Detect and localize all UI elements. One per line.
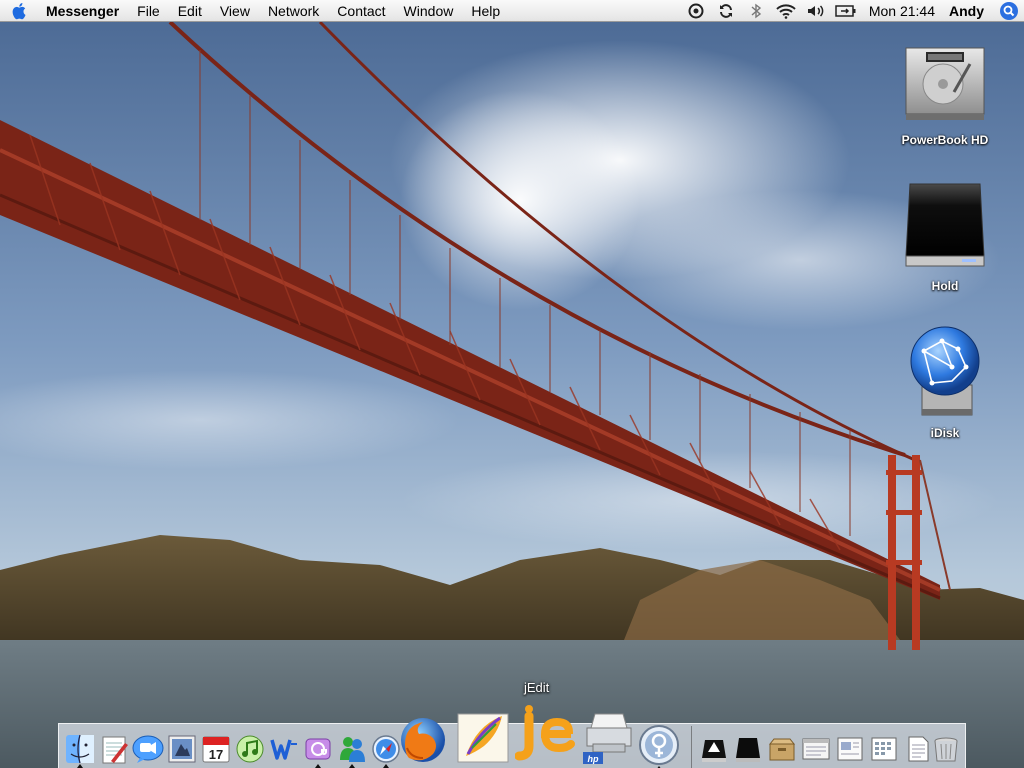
menu-network[interactable]: Network (259, 0, 328, 22)
fast-user-switch[interactable]: Andy (943, 0, 994, 22)
menubar-clock[interactable]: Mon 21:44 (861, 0, 943, 22)
dock-itunes[interactable] (233, 728, 267, 764)
app-menu[interactable]: Messenger (40, 0, 128, 22)
msn-messenger-icon (340, 737, 365, 762)
black-drive-icon (736, 738, 760, 762)
dock-black-drive[interactable] (731, 728, 765, 764)
trash-icon (934, 737, 958, 762)
desktop-icon-label: PowerBook HD (901, 133, 989, 147)
running-indicator (77, 764, 83, 768)
menu-help[interactable]: Help (462, 0, 509, 22)
menu-extras: Mon 21:44 Andy (681, 0, 1024, 22)
menu-file[interactable]: File (128, 0, 169, 22)
dock-trash[interactable] (929, 728, 963, 764)
calendar-doc-icon (871, 737, 897, 761)
dock-entourage[interactable] (301, 728, 335, 768)
dock-system-prefs[interactable] (637, 718, 681, 768)
ichat-icon (132, 735, 164, 763)
window-doc-icon (802, 738, 830, 760)
dock-hp-printer[interactable]: hp (579, 704, 639, 766)
running-indicator (349, 764, 355, 768)
menu-edit[interactable]: Edit (169, 0, 211, 22)
entourage-icon (305, 738, 331, 760)
dock-separator (691, 726, 692, 768)
external-drive-icon (905, 183, 985, 267)
dock-stack-drive[interactable] (697, 728, 731, 764)
menu-view[interactable]: View (211, 0, 259, 22)
menu-window[interactable]: Window (395, 0, 463, 22)
dock-textedit[interactable] (97, 728, 131, 764)
dock-feather-app[interactable] (453, 704, 513, 766)
firefox-icon (401, 718, 445, 762)
messenger-status-icon[interactable] (681, 0, 711, 22)
dock-doc[interactable] (833, 728, 867, 764)
doc-icon (837, 737, 863, 761)
desktop-icon-label: iDisk (930, 426, 960, 440)
word-icon (270, 739, 297, 760)
menu-contact[interactable]: Contact (328, 0, 394, 22)
dock-word[interactable] (267, 728, 301, 764)
preview-icon (168, 735, 196, 763)
ical-day-number: 17 (209, 747, 223, 762)
dock-ical[interactable]: 17 (199, 728, 233, 764)
bluetooth-icon[interactable] (741, 0, 771, 22)
desktop-icon-idisk[interactable]: iDisk (890, 325, 1000, 440)
wifi-icon[interactable] (771, 0, 801, 22)
dock-ichat[interactable] (131, 728, 165, 764)
box-folder-icon (768, 738, 796, 761)
spotlight-icon[interactable] (994, 0, 1024, 22)
running-indicator (315, 764, 321, 768)
dock-tooltip: jEdit (524, 680, 550, 695)
jedit-icon (515, 705, 575, 761)
idisk-icon (910, 326, 980, 416)
dock-calendar-doc[interactable] (867, 728, 901, 764)
dock-window-doc[interactable] (799, 728, 833, 764)
volume-icon[interactable] (801, 0, 831, 22)
dock-firefox[interactable] (395, 710, 451, 766)
apple-menu-icon[interactable] (0, 0, 40, 22)
running-indicator (383, 764, 389, 768)
dock: 17 hp (58, 705, 966, 768)
system-prefs-icon (639, 725, 679, 765)
menu-bar: Messenger File Edit View Network Contact… (0, 0, 1024, 22)
desktop-icon-powerbook-hd[interactable]: PowerBook HD (890, 34, 1000, 147)
dock-preview[interactable] (165, 728, 199, 764)
dock-msn-messenger[interactable] (335, 728, 369, 768)
hp-printer-icon: hp (583, 713, 632, 764)
golden-gate-wallpaper (0, 0, 1024, 768)
desktop-icon-hold[interactable]: Hold (890, 180, 1000, 293)
dock-finder[interactable] (63, 728, 97, 768)
dock-box-folder[interactable] (765, 728, 799, 764)
feather-app-icon (457, 713, 509, 763)
stack-drive-icon (702, 740, 726, 762)
sync-icon[interactable] (711, 0, 741, 22)
dock-jedit[interactable] (513, 698, 579, 766)
desktop-icon-label: Hold (931, 279, 959, 293)
finder-icon (66, 734, 94, 764)
battery-icon[interactable] (831, 0, 861, 22)
desktop-wallpaper (0, 0, 1024, 768)
hp-logo-text: hp (588, 754, 599, 764)
textedit-icon (102, 736, 128, 764)
hard-drive-icon (905, 47, 985, 120)
itunes-icon (236, 735, 264, 763)
